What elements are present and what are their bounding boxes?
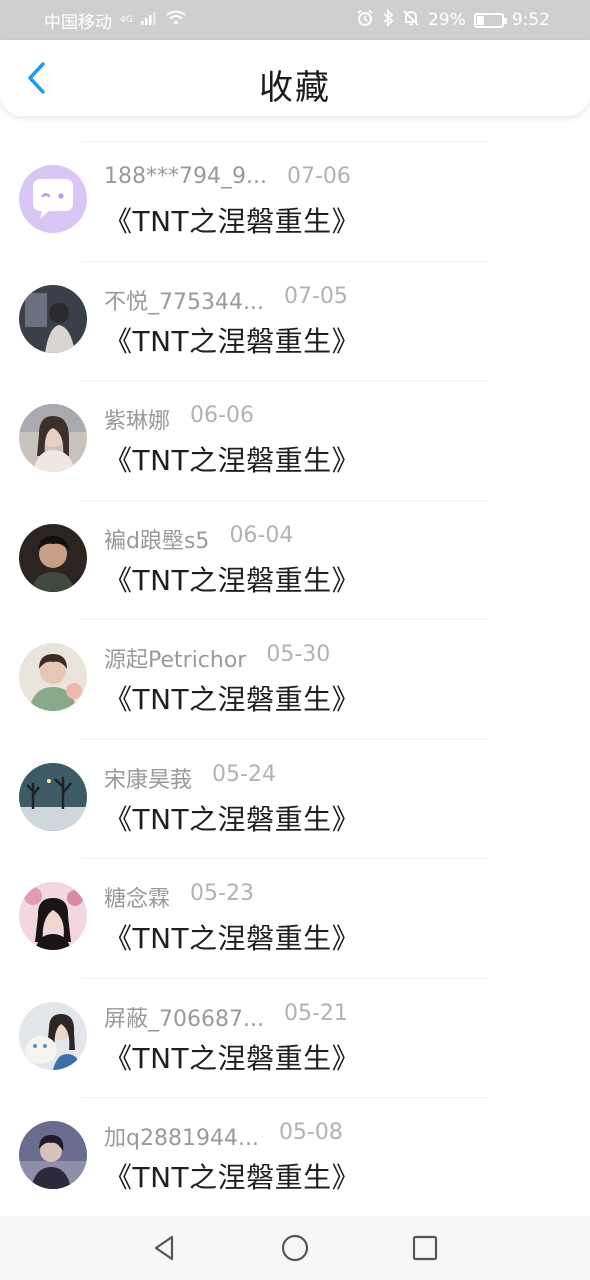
partial-item-text: ‘ ’ ’ (118, 116, 160, 134)
nav-back-icon (154, 1235, 174, 1261)
favorite-date: 05-30 (266, 642, 331, 667)
partial-list-item: ‘ ’ ’ (0, 116, 590, 142)
mute-icon (402, 9, 420, 32)
username: 188***794_9... (104, 164, 267, 189)
favorite-date: 06-04 (229, 522, 294, 548)
item-meta: 加q2881944... 05-08 (104, 1120, 343, 1152)
nav-back-button[interactable] (145, 1228, 185, 1268)
chat-bubble-avatar-icon (19, 165, 87, 233)
book-title: 《TNT之涅磐重生》 (104, 1161, 361, 1194)
charging-icon: ⚡ (484, 10, 494, 25)
favorite-date: 07-06 (286, 164, 351, 189)
book-title: 《TNT之涅磐重生》 (104, 683, 361, 716)
item-meta: 褊d踉壂s5 06-04 (104, 523, 293, 555)
list-item[interactable]: 不悦_775344... 07-05 《TNT之涅磐重生》 (0, 262, 590, 381)
list-item[interactable]: 加q2881944... 05-08 《TNT之涅磐重生》 (0, 1098, 590, 1216)
item-meta: 188***794_9... 07-06 (104, 164, 351, 189)
favorite-date: 06-06 (190, 403, 254, 428)
status-right: 29% ⚡ 9:52 (356, 8, 550, 32)
list-item[interactable]: 紫琳娜 06-06 《TNT之涅磐重生》 (0, 381, 590, 501)
username: 糖念霖 (104, 887, 171, 912)
favorite-date: 05-24 (212, 761, 276, 787)
list-item[interactable]: 188***794_9... 07-06 《TNT之涅磐重生》 (0, 142, 590, 262)
username: 紫琳娜 (104, 409, 171, 434)
avatar[interactable] (19, 404, 87, 472)
avatar[interactable] (19, 165, 87, 233)
book-title: 《TNT之涅磐重生》 (104, 1041, 361, 1075)
book-title: 《TNT之涅磐重生》 (104, 324, 361, 358)
wifi-icon (166, 10, 186, 30)
item-meta: 不悦_775344... 07-05 (104, 284, 348, 316)
list-item[interactable]: 褊d踉壂s5 06-04 《TNT之涅磐重生》 (0, 501, 590, 620)
list-item[interactable]: 源起Petrichor 05-30 《TNT之涅磐重生》 (0, 620, 590, 740)
clock: 9:52 (511, 10, 550, 30)
nav-home-button[interactable] (275, 1228, 315, 1268)
username: 宋康昊莪 (104, 767, 193, 793)
signal-icon (140, 10, 158, 30)
battery-percent: 29% (428, 10, 466, 30)
list-item[interactable]: 宋康昊莪 05-24 《TNT之涅磐重生》 (0, 740, 590, 859)
carrier-label: 中国移动 (44, 12, 112, 33)
username: 屏蔽_706687... (104, 1006, 264, 1032)
book-title: 《TNT之涅磐重生》 (104, 802, 361, 836)
app-header: 收藏 (0, 40, 590, 116)
item-meta: 糖念霖 05-23 (104, 881, 254, 913)
status-bar: 中国移动 4G 29% ⚡ 9:52 (0, 0, 590, 40)
nav-recents-button[interactable] (405, 1228, 445, 1268)
battery-icon: ⚡ (473, 10, 507, 28)
system-nav-bar (0, 1216, 590, 1280)
list-item[interactable]: 糖念霖 05-23 《TNT之涅磐重生》 (0, 859, 590, 979)
book-title: 《TNT之涅磐重生》 (104, 922, 361, 955)
favorite-date: 05-08 (278, 1120, 343, 1145)
alarm-icon (356, 9, 374, 32)
avatar[interactable] (19, 284, 87, 353)
book-title: 《TNT之涅磐重生》 (104, 205, 361, 238)
item-meta: 紫琳娜 06-06 (104, 403, 254, 435)
username: 源起Petrichor (104, 648, 247, 673)
avatar[interactable] (19, 762, 87, 831)
page-title: 收藏 (259, 68, 331, 108)
favorites-list[interactable]: ‘ ’ ’ 188***794_9... 07-06 《TNT之涅磐重生》 不悦_77… (0, 116, 590, 1216)
bluetooth-icon (382, 8, 394, 32)
list-item[interactable]: 屏蔽_706687... 05-21 《TNT之涅磐重生》 (0, 979, 590, 1098)
avatar[interactable] (19, 643, 87, 711)
book-title: 《TNT之涅磐重生》 (104, 444, 361, 477)
network-type: 4G (120, 14, 133, 25)
username: 不悦_775344... (104, 289, 264, 315)
favorite-date: 05-23 (190, 881, 254, 906)
item-meta: 源起Petrichor 05-30 (104, 642, 330, 674)
avatar[interactable] (19, 882, 87, 950)
username: 加q2881944... (104, 1126, 259, 1151)
favorite-date: 05-21 (283, 1000, 348, 1026)
nav-home-icon (281, 1234, 309, 1262)
status-left: 中国移动 4G (44, 8, 186, 33)
item-meta: 宋康昊莪 05-24 (104, 762, 276, 794)
item-meta: 屏蔽_706687... 05-21 (104, 1001, 348, 1033)
book-title: 《TNT之涅磐重生》 (104, 563, 361, 597)
avatar[interactable] (19, 1001, 87, 1070)
avatar[interactable] (19, 1121, 87, 1189)
avatar[interactable] (19, 523, 87, 592)
nav-recents-icon (412, 1235, 438, 1261)
favorite-date: 07-05 (283, 283, 348, 309)
username: 褊d踉壂s5 (104, 528, 210, 554)
